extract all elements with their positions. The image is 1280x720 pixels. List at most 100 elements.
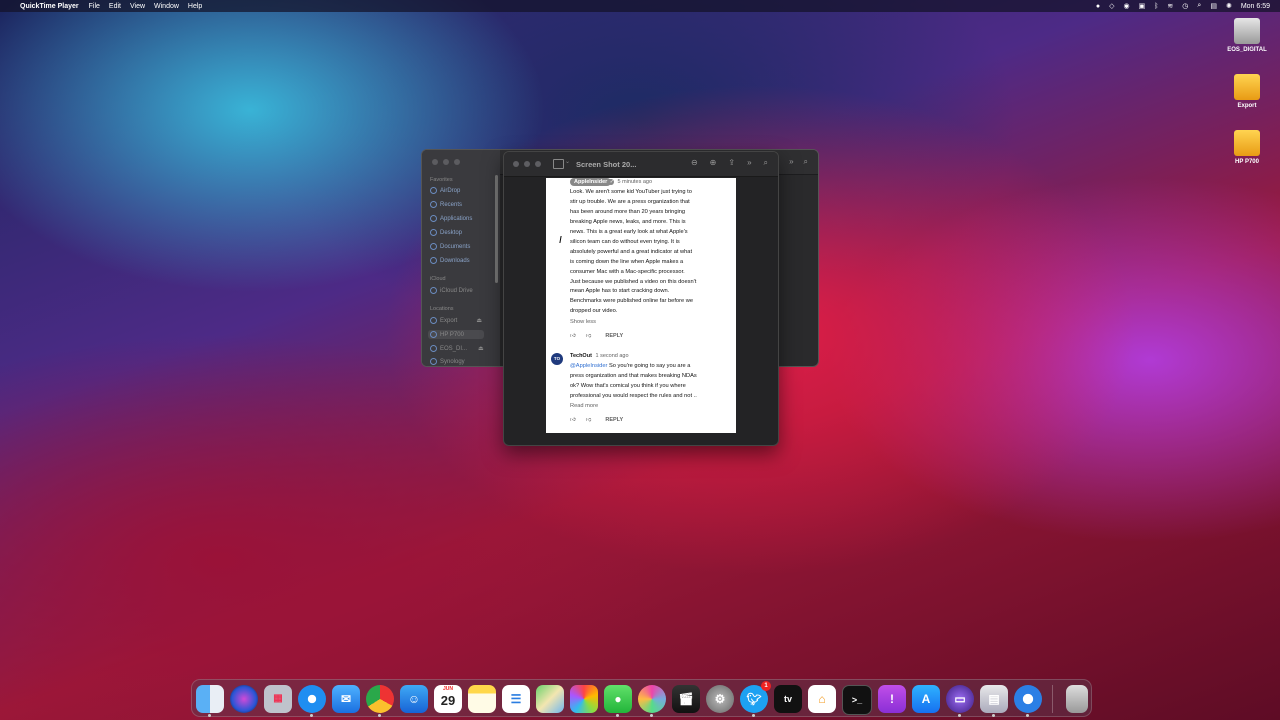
mail-icon[interactable]: ✉ bbox=[332, 685, 360, 713]
thumbs-down-icon[interactable]: 👎︎ bbox=[586, 416, 592, 426]
siri-icon[interactable] bbox=[230, 685, 258, 713]
photos-icon[interactable] bbox=[570, 685, 598, 713]
messages-icon[interactable]: ● bbox=[604, 685, 632, 717]
sidebar-item-export[interactable]: Export ⏏ bbox=[430, 317, 482, 324]
battery-status-icon[interactable]: ▣ bbox=[1139, 2, 1146, 10]
reply-button[interactable]: REPLY bbox=[605, 332, 623, 342]
calendar-icon[interactable]: JUN 29 bbox=[434, 685, 462, 713]
close-button[interactable] bbox=[432, 159, 438, 165]
zoom-button[interactable] bbox=[454, 159, 460, 165]
sidebar-scrollbar[interactable] bbox=[495, 175, 498, 283]
menu-view[interactable]: View bbox=[130, 3, 145, 10]
search-icon[interactable]: ⌕ bbox=[1197, 2, 1201, 10]
vpn-icon[interactable]: ◉ bbox=[1123, 2, 1129, 10]
calendar-month: JUN bbox=[442, 686, 453, 692]
minimize-button[interactable] bbox=[524, 161, 530, 167]
sidebar-item-recents[interactable]: Recents bbox=[430, 201, 462, 208]
sidebar-item-applications[interactable]: Applications bbox=[430, 215, 472, 222]
menu-window[interactable]: Window bbox=[154, 3, 179, 10]
close-button[interactable] bbox=[513, 161, 519, 167]
notes-icon[interactable] bbox=[468, 685, 496, 713]
chevron-more-icon[interactable]: » bbox=[789, 157, 793, 167]
minimize-button[interactable] bbox=[443, 159, 449, 165]
final-cut-icon[interactable]: 🎬︎ bbox=[672, 685, 700, 713]
avatar[interactable]: TO bbox=[551, 353, 563, 365]
chevron-down-icon[interactable]: ⌄ bbox=[565, 158, 570, 165]
comment-author[interactable]: AppleInsider bbox=[570, 178, 612, 186]
zoom-out-icon[interactable]: ⊖ bbox=[691, 158, 698, 168]
show-less-link[interactable]: Show less bbox=[570, 318, 730, 328]
sidebar-item-eos-digital[interactable]: EOS_DI... ⏏ bbox=[430, 345, 484, 352]
quicktime-icon[interactable] bbox=[1014, 685, 1042, 717]
share-icon[interactable]: ⇪ bbox=[728, 158, 735, 168]
menu-app-name[interactable]: QuickTime Player bbox=[20, 3, 79, 10]
feedback-icon[interactable]: ! bbox=[878, 685, 906, 713]
thumbs-up-icon[interactable]: 👍︎ bbox=[570, 332, 576, 342]
shape-icon[interactable]: ◇ bbox=[1109, 2, 1114, 10]
sidebar-toggle-icon[interactable] bbox=[553, 159, 564, 169]
siri-menu-icon[interactable]: ✺ bbox=[1226, 2, 1232, 10]
comment-time[interactable]: 1 second ago bbox=[596, 353, 629, 359]
sidebar-section-icloud: iCloud bbox=[430, 276, 446, 282]
zoom-button[interactable] bbox=[535, 161, 541, 167]
terminal-icon[interactable]: >_ bbox=[842, 685, 872, 715]
comment-time[interactable]: 5 minutes ago bbox=[618, 179, 653, 185]
preview-icon[interactable]: ▤ bbox=[980, 685, 1008, 717]
preview-window[interactable]: ⌄ Screen Shot 20... ⊖ ⊕ ⇪ » ⌕ AppleInsid… bbox=[503, 151, 779, 446]
twitter-icon[interactable]: 🐦︎ 1 bbox=[740, 681, 771, 717]
finder-icon[interactable] bbox=[196, 685, 224, 717]
thumbs-up-icon[interactable]: 👍︎ bbox=[570, 416, 576, 426]
menu-file[interactable]: File bbox=[89, 3, 100, 10]
search-icon[interactable]: ⌕ bbox=[804, 157, 808, 167]
record-icon[interactable]: ● bbox=[1096, 3, 1100, 10]
sidebar-item-downloads[interactable]: Downloads bbox=[430, 257, 470, 264]
zoom-in-icon[interactable]: ⊕ bbox=[710, 158, 717, 168]
sidebar-item-label: Downloads bbox=[440, 257, 470, 264]
menu-help[interactable]: Help bbox=[188, 3, 202, 10]
chevron-more-icon[interactable]: » bbox=[747, 158, 751, 168]
mention-link[interactable]: @AppleInsider bbox=[570, 363, 607, 369]
verified-icon: ✓ bbox=[608, 179, 614, 185]
clock[interactable]: Mon 6:59 bbox=[1241, 3, 1270, 10]
motion-icon[interactable] bbox=[638, 685, 666, 717]
comment-author[interactable]: TechOut bbox=[570, 353, 592, 359]
sidebar-item-desktop[interactable]: Desktop bbox=[430, 229, 462, 236]
chrome-icon[interactable] bbox=[366, 685, 394, 717]
read-more-link[interactable]: Read more bbox=[570, 402, 730, 412]
sidebar-item-synology[interactable]: Synology bbox=[430, 358, 465, 365]
home-icon[interactable]: ⌂ bbox=[808, 685, 836, 713]
preview-toolbar: ⌄ Screen Shot 20... ⊖ ⊕ ⇪ » ⌕ bbox=[504, 152, 778, 177]
bluetooth-icon[interactable]: ᛒ bbox=[1154, 3, 1158, 10]
eject-icon[interactable]: ⏏ bbox=[476, 317, 482, 324]
drive-icon bbox=[1234, 130, 1260, 156]
dock-separator bbox=[1052, 685, 1053, 713]
trash-icon[interactable] bbox=[1066, 685, 1088, 713]
sidebar-item-documents[interactable]: Documents bbox=[430, 243, 470, 250]
comment-line: news. This is a great early look at what… bbox=[570, 228, 688, 235]
control-center-icon[interactable]: ▤ bbox=[1210, 2, 1217, 10]
sidebar-item-label: Export bbox=[440, 317, 458, 324]
sidebar-item-hp-p700[interactable]: HP P700 bbox=[428, 330, 484, 339]
menu-edit[interactable]: Edit bbox=[109, 3, 121, 10]
disk-icon[interactable]: ▭ bbox=[946, 685, 974, 717]
safari-icon[interactable] bbox=[298, 685, 326, 717]
reminders-icon[interactable]: ☰ bbox=[502, 685, 530, 713]
reply-button[interactable]: REPLY bbox=[605, 416, 623, 426]
wifi-off-icon[interactable]: ≋ bbox=[1167, 2, 1173, 10]
launchpad-icon[interactable]: ▦ bbox=[264, 685, 292, 713]
app-store-icon[interactable]: A bbox=[912, 685, 940, 713]
sidebar-item-airdrop[interactable]: AirDrop bbox=[430, 187, 460, 194]
settings-icon[interactable]: ⚙ bbox=[706, 685, 734, 713]
migration-icon[interactable]: ☺ bbox=[400, 685, 428, 713]
search-icon[interactable]: ⌕ bbox=[764, 158, 768, 168]
maps-icon[interactable] bbox=[536, 685, 564, 713]
desktop-drive-export[interactable]: Export bbox=[1217, 74, 1277, 109]
comment-actions: 👍︎ 👎︎ REPLY bbox=[570, 416, 730, 426]
desktop-drive-hp-p700[interactable]: HP P700 bbox=[1217, 130, 1277, 165]
time-machine-icon[interactable]: ◷ bbox=[1182, 2, 1188, 10]
eject-icon[interactable]: ⏏ bbox=[478, 345, 484, 352]
apple-tv-icon[interactable]: tv bbox=[774, 685, 802, 713]
sidebar-item-icloud-drive[interactable]: iCloud Drive bbox=[430, 287, 473, 294]
thumbs-down-icon[interactable]: 👎︎ bbox=[586, 332, 592, 342]
desktop-drive-eos-digital[interactable]: EOS_DIGITAL bbox=[1217, 18, 1277, 53]
